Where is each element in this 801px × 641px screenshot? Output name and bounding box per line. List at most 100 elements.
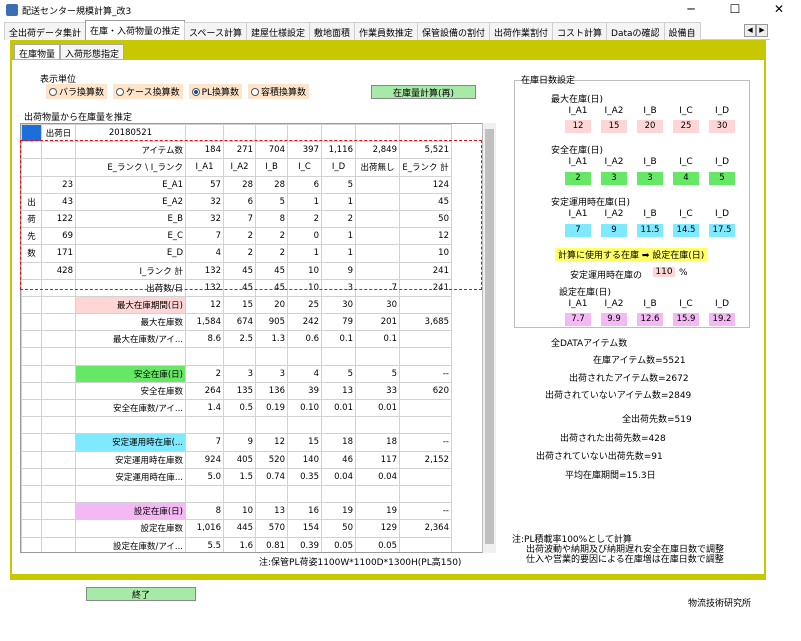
table-cell[interactable]: 129 bbox=[355, 519, 400, 538]
table-cell[interactable]: 2,364 bbox=[399, 519, 452, 538]
table-cell[interactable]: 33 bbox=[355, 381, 400, 401]
tab-scroll-right-icon[interactable]: ▶ bbox=[756, 24, 768, 37]
table-cell[interactable]: 安定運用時在庫数 bbox=[75, 450, 186, 469]
set-stock-input[interactable]: 7.7 bbox=[565, 313, 591, 326]
table-cell[interactable]: 8 bbox=[185, 502, 224, 521]
safety-stock-input[interactable]: 2 bbox=[565, 172, 591, 185]
tab-2[interactable]: スペース計算 bbox=[184, 22, 247, 40]
table-cell[interactable]: 5 bbox=[355, 364, 400, 383]
unit-radio-0[interactable]: バラ換算数 bbox=[46, 84, 108, 99]
table-cell[interactable]: 0.5 bbox=[223, 398, 256, 418]
tab-9[interactable]: Dataの確認 bbox=[606, 22, 665, 40]
set-stock-input[interactable]: 12.6 bbox=[637, 313, 663, 326]
max-stock-input[interactable]: 25 bbox=[673, 120, 699, 133]
tab-7[interactable]: 出荷作業割付 bbox=[489, 22, 554, 40]
table-cell[interactable]: 620 bbox=[399, 381, 452, 401]
table-cell[interactable] bbox=[75, 347, 186, 366]
table-cell[interactable]: 570 bbox=[255, 519, 288, 538]
table-cell[interactable]: -- bbox=[399, 364, 452, 383]
table-cell[interactable] bbox=[75, 484, 186, 504]
operating-stock-input[interactable]: 9 bbox=[601, 224, 627, 237]
table-cell[interactable]: 264 bbox=[185, 381, 224, 401]
table-cell[interactable] bbox=[287, 416, 322, 435]
tab-0[interactable]: 全出荷データ集計 bbox=[4, 22, 87, 40]
table-cell[interactable]: 0.04 bbox=[355, 467, 400, 486]
table-cell[interactable]: 15 bbox=[223, 295, 256, 315]
unit-radio-1[interactable]: ケース換算数 bbox=[113, 84, 183, 99]
table-cell[interactable]: 0.1 bbox=[321, 330, 356, 349]
table-cell[interactable]: 39 bbox=[287, 381, 322, 401]
table-cell[interactable]: 79 bbox=[321, 313, 356, 332]
table-cell[interactable] bbox=[41, 364, 76, 383]
grid-scrollbar[interactable] bbox=[482, 123, 496, 553]
table-cell[interactable]: 10 bbox=[223, 502, 256, 521]
table-cell[interactable] bbox=[185, 347, 224, 366]
table-cell[interactable]: 15 bbox=[287, 433, 322, 452]
table-cell[interactable]: 0.81 bbox=[255, 536, 288, 552]
table-cell[interactable]: 7 bbox=[185, 433, 224, 452]
table-cell[interactable] bbox=[399, 467, 452, 486]
table-cell[interactable] bbox=[41, 398, 76, 418]
table-cell[interactable]: 30 bbox=[355, 295, 400, 315]
max-stock-input[interactable]: 20 bbox=[637, 120, 663, 133]
table-cell[interactable] bbox=[41, 484, 76, 504]
table-cell[interactable]: 9 bbox=[223, 433, 256, 452]
table-cell[interactable]: 16 bbox=[287, 502, 322, 521]
operating-stock-input[interactable]: 7 bbox=[565, 224, 591, 237]
subtab-inbound[interactable]: 入荷形態指定 bbox=[60, 44, 125, 60]
set-stock-input[interactable]: 15.9 bbox=[673, 313, 699, 326]
unit-radio-3[interactable]: 容積換算数 bbox=[248, 84, 310, 99]
table-cell[interactable]: 1,016 bbox=[185, 519, 224, 538]
table-cell[interactable]: 1,584 bbox=[185, 313, 224, 332]
table-cell[interactable]: 0.04 bbox=[321, 467, 356, 486]
table-cell[interactable]: 19 bbox=[321, 502, 356, 521]
table-cell[interactable]: 924 bbox=[185, 450, 224, 469]
max-stock-input[interactable]: 30 bbox=[709, 120, 735, 133]
tab-4[interactable]: 敷地面積 bbox=[308, 22, 355, 40]
recalc-button[interactable]: 在庫量計算(再) bbox=[371, 85, 476, 99]
table-cell[interactable]: 20 bbox=[255, 295, 288, 315]
table-cell[interactable]: -- bbox=[399, 502, 452, 521]
table-cell[interactable]: 設定在庫(日) bbox=[75, 502, 186, 521]
table-cell[interactable]: -- bbox=[399, 433, 452, 452]
table-cell[interactable] bbox=[41, 416, 76, 435]
table-cell[interactable]: 30 bbox=[321, 295, 356, 315]
table-cell[interactable]: 0.10 bbox=[287, 398, 322, 418]
minimize-icon[interactable]: ─ bbox=[669, 0, 713, 20]
table-cell[interactable]: 136 bbox=[255, 381, 288, 401]
table-cell[interactable]: 46 bbox=[321, 450, 356, 469]
table-cell[interactable]: 安全在庫数 bbox=[75, 381, 186, 401]
table-cell[interactable] bbox=[223, 484, 256, 504]
tab-10[interactable]: 設備自 bbox=[663, 22, 701, 40]
table-cell[interactable]: 405 bbox=[223, 450, 256, 469]
table-cell[interactable] bbox=[185, 416, 224, 435]
table-cell[interactable]: 8.6 bbox=[185, 330, 224, 349]
table-cell[interactable]: 445 bbox=[223, 519, 256, 538]
table-cell[interactable] bbox=[41, 295, 76, 315]
table-cell[interactable]: 13 bbox=[321, 381, 356, 401]
table-cell[interactable] bbox=[41, 330, 76, 349]
table-cell[interactable] bbox=[287, 347, 322, 366]
table-cell[interactable] bbox=[223, 416, 256, 435]
tab-1[interactable]: 在庫・入荷物量の推定 bbox=[85, 20, 186, 40]
table-cell[interactable] bbox=[41, 519, 76, 538]
safety-stock-input[interactable]: 3 bbox=[637, 172, 663, 185]
table-cell[interactable] bbox=[399, 330, 452, 349]
table-cell[interactable]: 設定在庫数 bbox=[75, 519, 186, 538]
table-cell[interactable]: 0.35 bbox=[287, 467, 322, 486]
table-cell[interactable] bbox=[399, 484, 452, 504]
table-cell[interactable]: 18 bbox=[355, 433, 400, 452]
table-cell[interactable]: 最大在庫数 bbox=[75, 313, 186, 332]
table-cell[interactable]: 安全在庫(日) bbox=[75, 364, 186, 383]
table-cell[interactable]: 520 bbox=[255, 450, 288, 469]
unit-radio-2[interactable]: PL換算数 bbox=[188, 84, 243, 99]
table-cell[interactable] bbox=[399, 347, 452, 366]
table-cell[interactable]: 0.74 bbox=[255, 467, 288, 486]
table-cell[interactable]: 最大在庫期間(日) bbox=[75, 295, 186, 315]
max-stock-input[interactable]: 12 bbox=[565, 120, 591, 133]
table-cell[interactable]: 1.3 bbox=[255, 330, 288, 349]
table-cell[interactable]: 0.05 bbox=[321, 536, 356, 552]
table-cell[interactable] bbox=[355, 416, 400, 435]
table-cell[interactable]: 117 bbox=[355, 450, 400, 469]
table-cell[interactable] bbox=[355, 347, 400, 366]
